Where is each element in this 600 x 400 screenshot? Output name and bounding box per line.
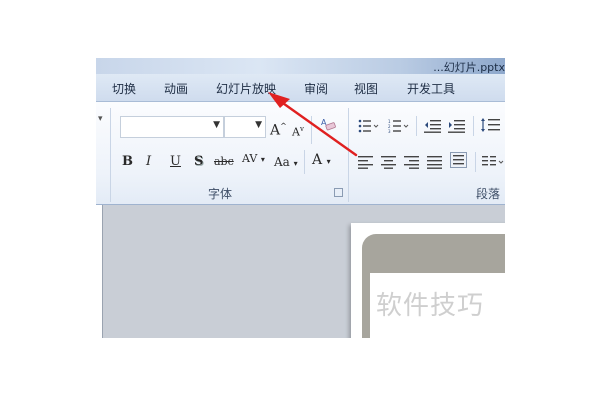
annotation-arrow-icon [268, 92, 358, 157]
